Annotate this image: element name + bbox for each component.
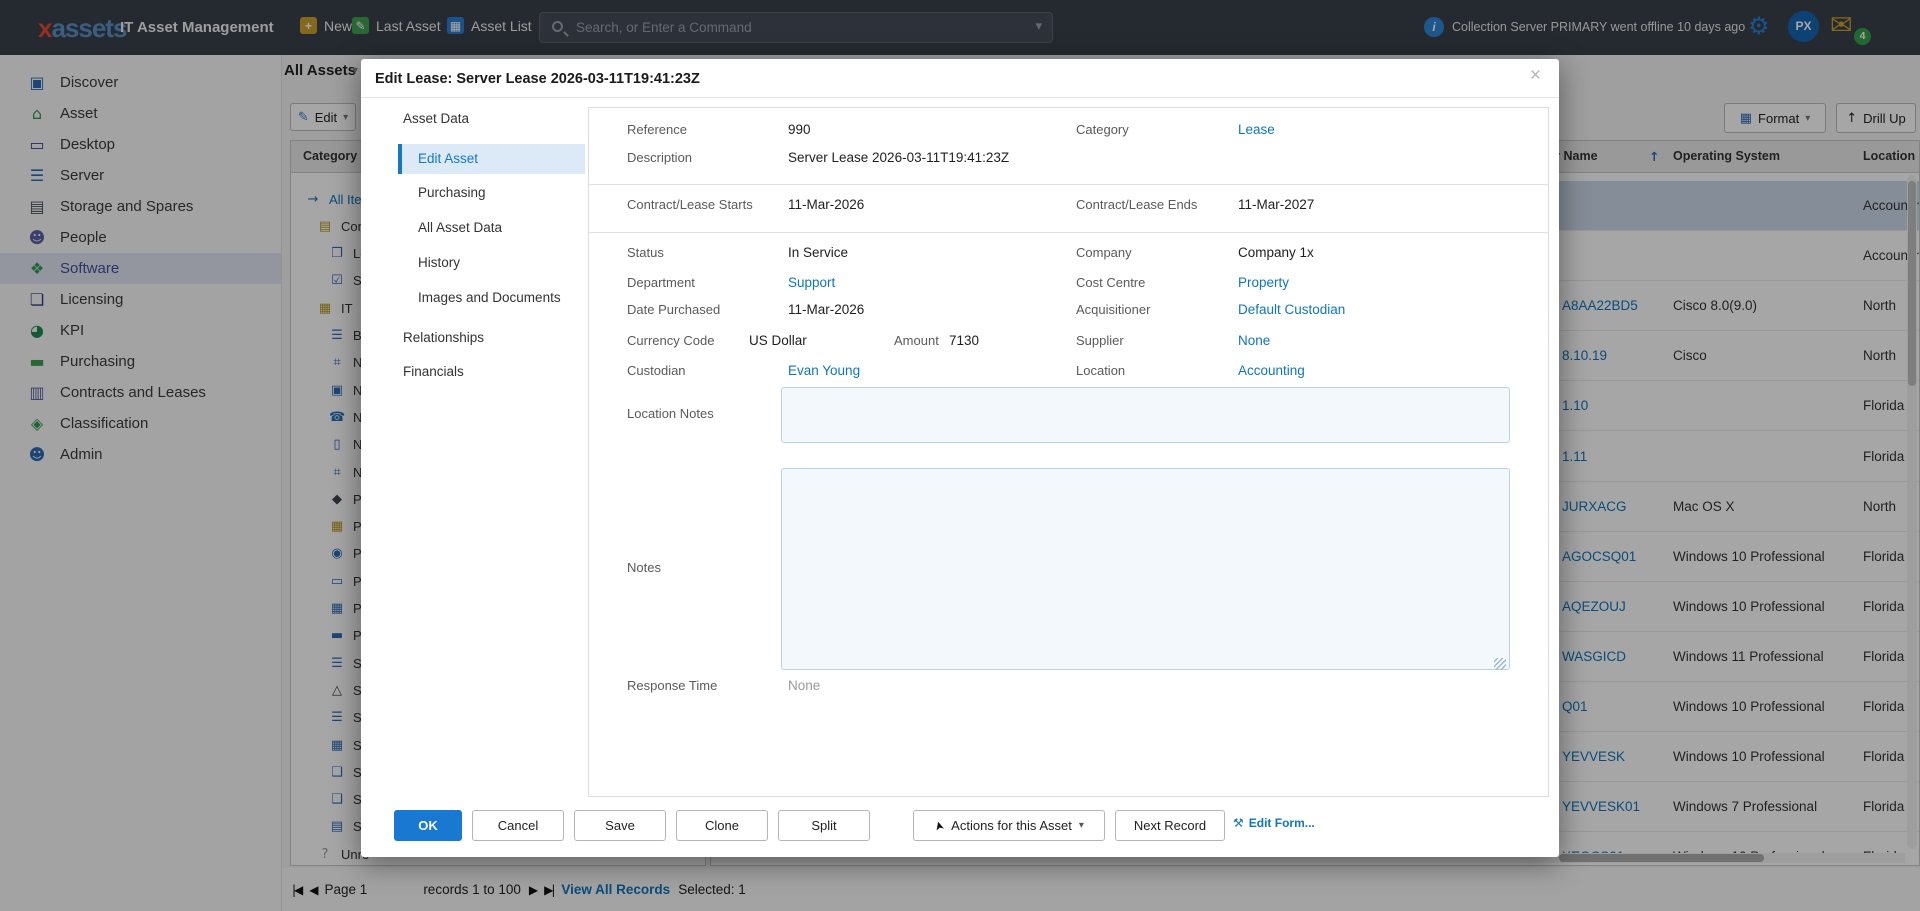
category-label: Category <box>1076 122 1129 137</box>
department-label: Department <box>627 275 695 290</box>
location-label: Location <box>1076 363 1125 378</box>
amount-label: Amount <box>894 333 939 348</box>
location-value-link[interactable]: Accounting <box>1238 363 1305 378</box>
cost-centre-label: Cost Centre <box>1076 275 1145 290</box>
modal-nav-item-images-and-documents[interactable]: Images and Documents <box>418 290 561 305</box>
acquisitioner-label: Acquisitioner <box>1076 302 1150 317</box>
notes-label: Notes <box>627 560 661 575</box>
currency-code-label: Currency Code <box>627 333 714 348</box>
amount-value: 7130 <box>949 333 979 348</box>
custodian-value-link[interactable]: Evan Young <box>788 363 860 378</box>
modal-nav-item-purchasing[interactable]: Purchasing <box>418 185 486 200</box>
date-purchased-label: Date Purchased <box>627 302 720 317</box>
status-value: In Service <box>788 245 848 260</box>
status-label: Status <box>627 245 664 260</box>
modal-nav-label: Edit Asset <box>418 151 478 166</box>
modal-nav-item-financials[interactable]: Financials <box>403 364 464 379</box>
category-value-link[interactable]: Lease <box>1238 122 1275 137</box>
department-value-link[interactable]: Support <box>788 275 835 290</box>
acquisitioner-value-link[interactable]: Default Custodian <box>1238 302 1345 317</box>
supplier-value-link[interactable]: None <box>1238 333 1270 348</box>
modal-nav-item-edit-asset[interactable]: Edit Asset <box>398 144 585 174</box>
custodian-label: Custodian <box>627 363 686 378</box>
contract-starts-label: Contract/Lease Starts <box>627 197 753 212</box>
date-purchased-value: 11-Mar-2026 <box>788 302 864 317</box>
cost-centre-value-link[interactable]: Property <box>1238 275 1289 290</box>
wrench-icon: ⚒ <box>1233 816 1244 830</box>
actions-for-asset-button[interactable]: ➤ Actions for this Asset ▾ <box>913 810 1105 841</box>
company-label: Company <box>1076 245 1132 260</box>
modal-nav-item-relationships[interactable]: Relationships <box>403 330 484 345</box>
reference-value: 990 <box>788 122 811 137</box>
edit-asset-form: Reference 990 Category Lease Description… <box>588 107 1549 797</box>
cancel-button[interactable]: Cancel <box>472 810 564 841</box>
clone-button[interactable]: Clone <box>676 810 768 841</box>
location-notes-label: Location Notes <box>627 406 714 421</box>
actions-chevron-down-icon: ▾ <box>1079 820 1084 831</box>
modal-nav-item-asset-data[interactable]: Asset Data <box>403 111 469 126</box>
company-value: Company 1x <box>1238 245 1314 260</box>
contract-ends-value: 11-Mar-2027 <box>1238 197 1314 212</box>
description-label: Description <box>627 150 692 165</box>
modal-nav-item-all-asset-data[interactable]: All Asset Data <box>418 220 502 235</box>
description-value: Server Lease 2026-03-11T19:41:23Z <box>788 150 1009 165</box>
currency-code-value: US Dollar <box>749 333 807 348</box>
ok-button[interactable]: OK <box>394 810 462 841</box>
response-time-value: None <box>788 678 820 693</box>
response-time-label: Response Time <box>627 678 717 693</box>
edit-form-link[interactable]: ⚒ Edit Form... <box>1233 816 1315 830</box>
notes-textarea[interactable] <box>781 468 1510 670</box>
location-notes-textarea[interactable] <box>781 387 1510 443</box>
next-record-button[interactable]: Next Record <box>1115 810 1225 841</box>
modal-nav-item-history[interactable]: History <box>418 255 460 270</box>
close-icon[interactable]: × <box>1530 65 1541 87</box>
split-button[interactable]: Split <box>778 810 870 841</box>
save-button[interactable]: Save <box>574 810 666 841</box>
reference-label: Reference <box>627 122 687 137</box>
contract-ends-label: Contract/Lease Ends <box>1076 197 1197 212</box>
textarea-resize-grip[interactable] <box>1494 658 1506 670</box>
cursor-icon: ➤ <box>931 819 947 832</box>
modal-title: Edit Lease: Server Lease 2026-03-11T19:4… <box>375 71 700 87</box>
edit-lease-modal: Edit Lease: Server Lease 2026-03-11T19:4… <box>361 59 1559 857</box>
supplier-label: Supplier <box>1076 333 1124 348</box>
contract-starts-value: 11-Mar-2026 <box>788 197 864 212</box>
